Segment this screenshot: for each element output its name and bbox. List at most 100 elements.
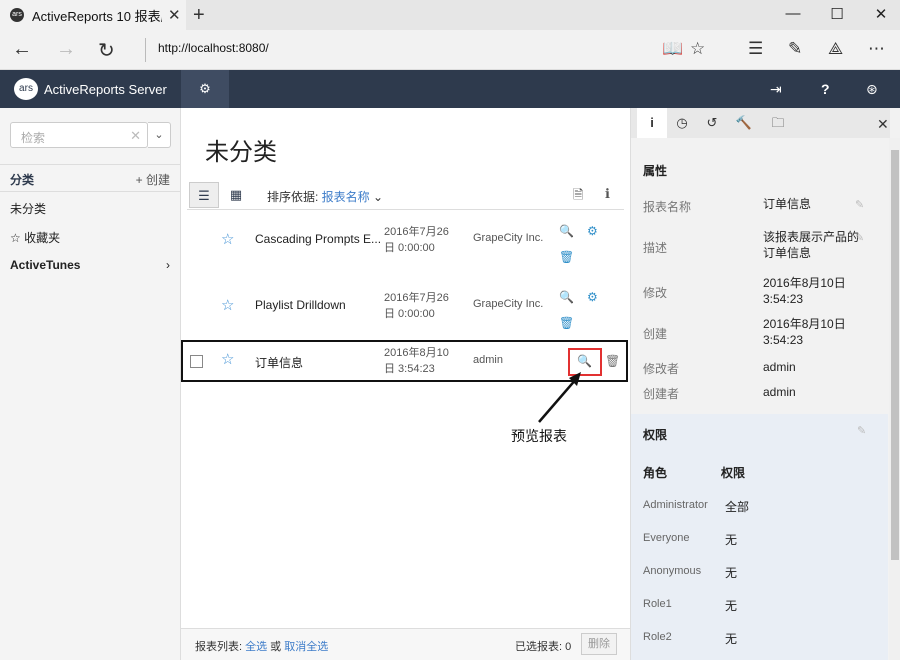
- sidebar-item-activetunes[interactable]: ActiveTunes: [10, 258, 80, 272]
- prop-value: 订单信息: [763, 197, 812, 211]
- info-icon[interactable]: i: [637, 108, 667, 138]
- tools-icon[interactable]: 🔨: [729, 108, 759, 138]
- scrollbar-thumb[interactable]: [891, 150, 899, 560]
- callout-label: 预览报表: [511, 428, 567, 444]
- url-field[interactable]: http://localhost:8080/: [158, 41, 269, 55]
- prop-value: 该报表展示产品的订单信息: [763, 230, 860, 260]
- hub-icon[interactable]: ☰: [748, 39, 763, 59]
- delete-trash-icon[interactable]: 🗑: [605, 354, 620, 368]
- back-arrow-icon[interactable]: ←: [12, 38, 32, 61]
- panel-scrollbar[interactable]: [889, 138, 900, 660]
- create-category-button[interactable]: + 创建: [136, 171, 170, 188]
- perm-col-perm: 权限: [721, 466, 746, 480]
- favorite-star-icon[interactable]: ☆: [690, 39, 705, 59]
- help-icon[interactable]: ?: [821, 81, 830, 97]
- prop-label: 创建者: [643, 387, 680, 401]
- search-placeholder: 检索: [21, 131, 46, 145]
- report-owner: GrapeCity Inc.: [473, 232, 544, 244]
- more-icon[interactable]: ⋯: [868, 39, 885, 59]
- list-view-icon[interactable]: ☰: [189, 182, 219, 208]
- report-date: 2016年8月10日 3:54:23: [384, 347, 449, 375]
- browser-tab[interactable]: ars ActiveReports 10 报表服 ✕: [0, 0, 186, 30]
- search-input[interactable]: 检索 ✕: [10, 122, 148, 148]
- forward-arrow-icon[interactable]: →: [56, 38, 76, 61]
- new-tab-button[interactable]: +: [193, 4, 205, 27]
- report-date: 2016年7月26日 0:00:00: [384, 292, 449, 320]
- delete-button[interactable]: 删除: [581, 633, 617, 655]
- sort-selector[interactable]: 排序依据: 报表名称 ⌄: [267, 188, 383, 205]
- permissions-section: 权限 ✎ 角色 权限 Administrator 全部 Everyone 无 A…: [631, 414, 888, 660]
- favorite-star-icon[interactable]: ☆: [221, 296, 234, 314]
- support-lifebuoy-icon[interactable]: ⊛: [866, 81, 878, 98]
- sidebar-item-favorites[interactable]: ☆ 收藏夹: [10, 229, 60, 246]
- edit-icon[interactable]: ✎: [855, 198, 864, 211]
- admin-gear-icon[interactable]: ⚙: [181, 70, 229, 108]
- table-row[interactable]: ☆ Playlist Drilldown 2016年7月26日 0:00:00 …: [181, 278, 630, 344]
- delete-trash-icon[interactable]: 🗑: [559, 316, 574, 330]
- clear-icon[interactable]: ✕: [130, 128, 141, 144]
- sidebar: 检索 ✕ ⌄ 分类 + 创建 未分类 ☆ 收藏夹 ActiveTunes ›: [0, 108, 181, 660]
- refresh-icon[interactable]: ↻: [98, 38, 115, 63]
- panel-tabs: i ◷ ↺ 🔨 🗀 ✕: [631, 108, 890, 138]
- sort-label: 排序依据:: [267, 190, 322, 204]
- info-icon[interactable]: ℹ: [605, 186, 610, 202]
- edit-icon[interactable]: ✎: [857, 424, 866, 437]
- report-date: 2016年7月26日 0:00:00: [384, 226, 449, 254]
- reading-view-icon[interactable]: 📖: [662, 39, 683, 59]
- share-icon[interactable]: ⟁: [828, 39, 843, 59]
- minimize-icon[interactable]: —: [770, 5, 816, 22]
- sidebar-item-uncategorized[interactable]: 未分类: [10, 200, 46, 217]
- preview-zoom-icon[interactable]: 🔍: [559, 224, 574, 238]
- perm-value: 无: [725, 566, 738, 580]
- preview-zoom-icon[interactable]: 🔍: [577, 354, 592, 368]
- prop-label: 修改者: [643, 362, 680, 376]
- favorite-star-icon[interactable]: ☆: [221, 350, 234, 368]
- settings-gear-icon[interactable]: ⚙: [587, 290, 598, 304]
- report-name[interactable]: Playlist Drilldown: [255, 298, 346, 312]
- app-logo: ars: [14, 78, 38, 100]
- document-icon[interactable]: 🗎: [573, 186, 583, 208]
- perm-value: 全部: [725, 500, 750, 514]
- maximize-icon[interactable]: ☐: [814, 5, 860, 23]
- edit-icon[interactable]: ✎: [855, 231, 864, 244]
- close-panel-icon[interactable]: ✕: [877, 116, 889, 133]
- permissions-header: 权限: [643, 428, 668, 442]
- category-header: 分类 + 创建: [0, 164, 180, 192]
- folder-icon[interactable]: 🗀: [763, 108, 793, 138]
- favicon-icon: ars: [10, 8, 24, 22]
- report-owner: admin: [473, 354, 503, 366]
- row-checkbox[interactable]: [190, 355, 203, 368]
- perm-value: 无: [725, 599, 738, 613]
- deselect-all-link[interactable]: 取消全选: [284, 641, 328, 653]
- preview-zoom-icon[interactable]: 🔍: [559, 290, 574, 304]
- favorite-star-icon[interactable]: ☆: [221, 230, 234, 248]
- perm-value: 无: [725, 632, 738, 646]
- revision-icon[interactable]: ↺: [697, 108, 727, 138]
- address-bar: ← → ↻ http://localhost:8080/ 📖 ☆ ☰ ✎ ⟁ ⋯: [0, 30, 900, 70]
- main-content: 未分类 ☰ ▦ 排序依据: 报表名称 ⌄ 🗎 ℹ ☆ Cascading Pro…: [181, 108, 630, 660]
- select-all-link[interactable]: 全选: [245, 641, 267, 653]
- table-row[interactable]: ☆ Cascading Prompts E... 2016年7月26日 0:00…: [181, 212, 630, 278]
- prop-label: 报表名称: [643, 200, 692, 214]
- delete-trash-icon[interactable]: 🗑: [559, 250, 574, 264]
- settings-gear-icon[interactable]: ⚙: [587, 224, 598, 238]
- history-clock-icon[interactable]: ◷: [667, 108, 697, 138]
- prop-label: 创建: [643, 327, 668, 341]
- logout-icon[interactable]: ⇥: [770, 81, 782, 98]
- close-tab-icon[interactable]: ✕: [168, 6, 181, 24]
- prop-value: admin: [763, 360, 796, 374]
- divider: [145, 38, 146, 62]
- prop-value: admin: [763, 385, 796, 399]
- app-name: ActiveReports Server: [44, 82, 167, 97]
- sort-value: 报表名称: [321, 190, 370, 204]
- report-name[interactable]: 订单信息: [255, 354, 303, 371]
- perm-role: Anonymous: [643, 565, 702, 577]
- search-dropdown-chevron-icon[interactable]: ⌄: [148, 122, 171, 148]
- web-note-icon[interactable]: ✎: [788, 39, 802, 59]
- chevron-right-icon[interactable]: ›: [166, 258, 170, 272]
- footer-list-label: 报表列表:: [195, 641, 246, 653]
- report-name[interactable]: Cascading Prompts E...: [255, 232, 381, 246]
- close-window-icon[interactable]: ✕: [858, 5, 900, 23]
- footer-or: 或: [267, 641, 285, 653]
- grid-view-icon[interactable]: ▦: [221, 182, 251, 208]
